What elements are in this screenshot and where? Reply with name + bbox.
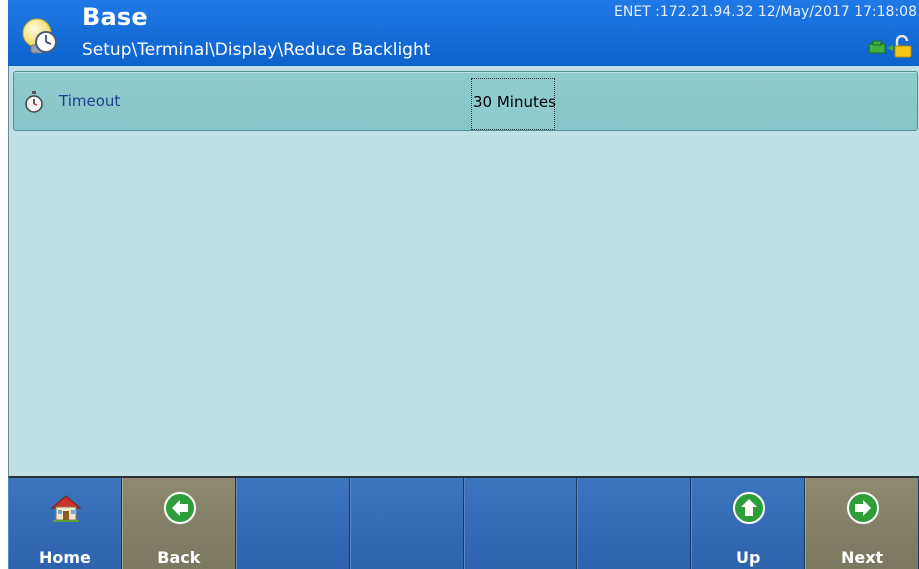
- up-button[interactable]: Up: [691, 478, 806, 569]
- settings-panel: Timeout 30 Minutes: [8, 66, 919, 478]
- header-bar: Base Setup\Terminal\Display\Reduce Backl…: [8, 0, 919, 66]
- setting-row-timeout[interactable]: Timeout 30 Minutes: [13, 71, 918, 131]
- home-button[interactable]: Home: [8, 478, 122, 569]
- status-line: ENET :172.21.94.32 12/May/2017 17:18:08: [614, 4, 917, 20]
- back-button-label: Back: [157, 548, 201, 567]
- arrow-right-icon: [847, 492, 880, 524]
- softkey-empty-4[interactable]: [349, 478, 464, 569]
- softkey-empty-6[interactable]: [577, 478, 692, 569]
- next-button-label: Next: [840, 548, 884, 567]
- scale-unlocked-icon: [868, 35, 912, 58]
- stopwatch-icon: [25, 91, 43, 113]
- softkey-bar: Home Back Up Next: [8, 478, 919, 569]
- arrow-up-icon: [733, 492, 766, 524]
- breadcrumb: Setup\Terminal\Display\Reduce Backlight: [82, 40, 431, 60]
- back-button[interactable]: Back: [121, 478, 236, 569]
- terminal-screen: Base Setup\Terminal\Display\Reduce Backl…: [8, 0, 919, 569]
- home-icon: [50, 495, 82, 522]
- arrow-left-icon: [163, 492, 196, 524]
- up-button-label: Up: [735, 548, 761, 567]
- softkey-empty-5[interactable]: [463, 478, 578, 569]
- timeout-value-field[interactable]: 30 Minutes: [471, 78, 556, 130]
- lightbulb-clock-icon: [22, 18, 57, 54]
- setting-label-timeout: Timeout: [59, 92, 121, 110]
- page-title: Base: [82, 3, 148, 31]
- next-button[interactable]: Next: [805, 478, 919, 569]
- softkey-empty-3[interactable]: [235, 478, 350, 569]
- home-button-label: Home: [38, 548, 91, 567]
